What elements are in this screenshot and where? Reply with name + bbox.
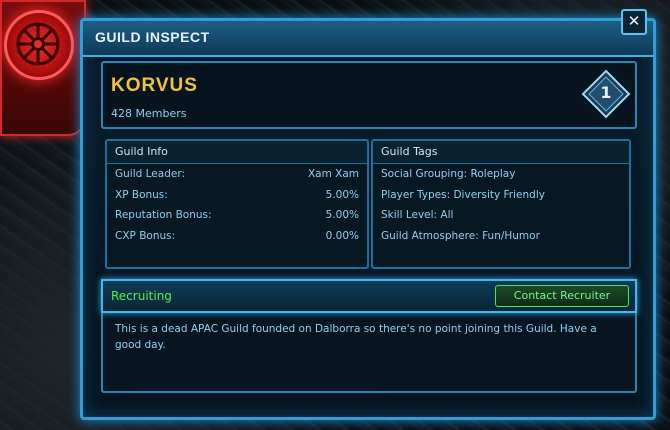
faction-emblem-frame	[0, 0, 86, 136]
tag-row: Social Grouping: Roleplay	[381, 168, 516, 180]
info-label: Guild Leader:	[115, 168, 185, 180]
close-icon: ✕	[627, 12, 641, 30]
info-row-reputation-bonus: Reputation Bonus: 5.00%	[107, 205, 367, 226]
recruiting-status: Recruiting	[111, 289, 172, 303]
guild-info-header: Guild Info	[107, 141, 367, 164]
recruitment-message: This is a dead APAC Guild founded on Dal…	[115, 323, 597, 351]
rank-diamond-icon: 1	[581, 69, 631, 119]
info-row-cxp-bonus: CXP Bonus: 0.00%	[107, 226, 367, 247]
info-value: Xam Xam	[307, 168, 359, 180]
tag-row: Skill Level: All	[381, 209, 454, 221]
info-value: 5.00%	[325, 188, 359, 201]
tag-row: Player Types: Diversity Friendly	[381, 188, 545, 201]
info-label: CXP Bonus:	[115, 229, 176, 242]
info-value: 0.00%	[325, 229, 359, 242]
faction-emblem-icon	[4, 10, 74, 80]
recruitment-panel: Recruiting Contact Recruiter This is a d…	[101, 279, 637, 393]
info-label: Reputation Bonus:	[115, 209, 212, 221]
info-value: 5.00%	[325, 209, 359, 221]
window-title: GUILD INSPECT	[95, 29, 210, 45]
guild-tags-panel: Guild Tags Social Grouping: Roleplay Pla…	[371, 139, 631, 269]
guild-tags-header: Guild Tags	[373, 141, 629, 164]
info-row-xp-bonus: XP Bonus: 5.00%	[107, 185, 367, 206]
member-count: 428 Members	[111, 107, 187, 120]
close-button[interactable]: ✕	[621, 9, 647, 35]
recruitment-bar: Recruiting Contact Recruiter	[101, 279, 637, 313]
guild-info-panel: Guild Info Guild Leader: Xam Xam XP Bonu…	[105, 139, 369, 269]
guild-name: KORVUS	[111, 75, 198, 96]
guild-inspect-window: GUILD INSPECT ✕ KORVUS 428 Members 1 Gui…	[80, 9, 656, 420]
window-titlebar[interactable]: GUILD INSPECT	[83, 21, 653, 57]
info-row-guild-leader: Guild Leader: Xam Xam	[107, 164, 367, 185]
tag-row: Guild Atmosphere: Fun/Humor	[381, 229, 540, 242]
guild-header-panel: KORVUS 428 Members 1	[101, 61, 637, 129]
contact-recruiter-button[interactable]: Contact Recruiter	[495, 285, 629, 307]
info-label: XP Bonus:	[115, 188, 168, 201]
guild-rank-number: 1	[600, 83, 612, 102]
